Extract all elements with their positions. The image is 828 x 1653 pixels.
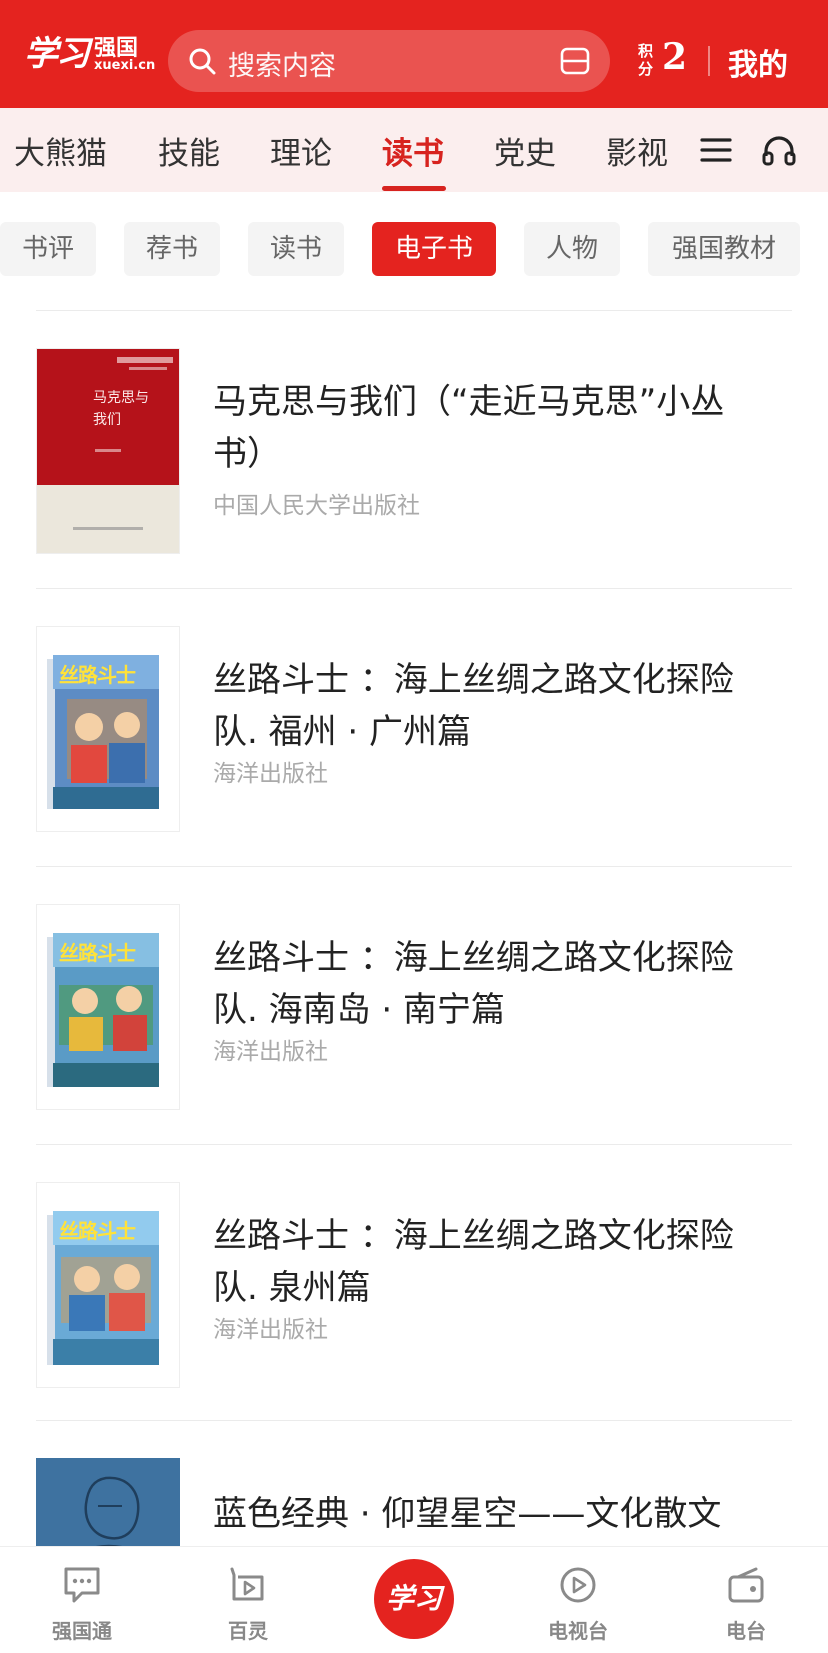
cover-title: 丝路斗士 — [59, 941, 136, 965]
book-title[interactable]: 丝路斗士 ：海上丝绸之路文化探险队. 泉州篇 — [213, 1210, 773, 1314]
video-icon — [230, 1567, 264, 1601]
tab-theory[interactable]: 理论 — [270, 128, 332, 173]
cover-title: 马克思与我们 — [93, 390, 149, 428]
radio-icon — [728, 1567, 764, 1603]
tab-party-history[interactable]: 党史 — [494, 128, 556, 173]
points-label: 积分 — [638, 42, 654, 78]
center-xuexi-button[interactable]: 学习 — [374, 1559, 454, 1639]
nav-tv[interactable]: 电视台 — [518, 1547, 638, 1653]
comic-cover-image — [47, 1211, 159, 1365]
chip-recommend[interactable]: 荐书 — [124, 222, 220, 276]
play-icon — [560, 1567, 596, 1603]
book-cover: 丝路斗士 — [36, 1182, 180, 1388]
book-title[interactable]: 马克思与我们（“走近马克思”小丛书） — [213, 376, 773, 480]
chip-textbook[interactable]: 强国教材 — [648, 222, 800, 276]
red-cover-image — [37, 349, 179, 553]
channel-tabs: 大熊猫 技能 理论 读书 党史 影视 — [0, 108, 828, 192]
book-cover: 丝路斗士 — [36, 626, 180, 832]
tab-reading[interactable]: 读书 — [382, 128, 444, 173]
book-item[interactable]: 丝路斗士 丝路斗士 ：海上丝绸之路文化探险队. 福州 · 广州篇 海洋出版社 — [0, 626, 828, 832]
menu-icon[interactable] — [700, 136, 732, 164]
chat-icon — [64, 1567, 100, 1603]
nav-qiangguotong[interactable]: 强国通 — [22, 1547, 142, 1653]
book-cover: 丝路斗士 — [36, 904, 180, 1110]
chip-people[interactable]: 人物 — [524, 222, 620, 276]
logo-script: 学习 — [24, 34, 90, 74]
headphone-icon[interactable] — [762, 134, 796, 166]
header-divider — [708, 46, 710, 76]
nav-radio[interactable]: 电台 — [686, 1547, 806, 1653]
nav-bailing[interactable]: 百灵 — [188, 1547, 308, 1653]
list-divider — [36, 866, 792, 867]
cover-title: 丝路斗士 — [59, 1219, 136, 1243]
nav-label: 电台 — [726, 1619, 766, 1643]
scan-icon[interactable] — [560, 47, 590, 75]
book-item[interactable]: 丝路斗士 丝路斗士 ：海上丝绸之路文化探险队. 海南岛 · 南宁篇 海洋出版社 — [0, 904, 828, 1110]
book-item[interactable]: 蓝色经典 · 仰望星空——文化散文 — [0, 1458, 828, 1546]
book-title[interactable]: 丝路斗士 ：海上丝绸之路文化探险队. 福州 · 广州篇 — [213, 654, 773, 758]
book-item[interactable]: 丝路斗士 丝路斗士 ：海上丝绸之路文化探险队. 泉州篇 海洋出版社 — [0, 1182, 828, 1388]
book-title[interactable]: 丝路斗士 ：海上丝绸之路文化探险队. 海南岛 · 南宁篇 — [213, 932, 773, 1036]
search-placeholder: 搜索内容 — [228, 51, 336, 82]
book-title[interactable]: 蓝色经典 · 仰望星空——文化散文 — [213, 1488, 773, 1540]
chip-book-review[interactable]: 书评 — [0, 222, 96, 276]
search-bar[interactable]: 搜索内容 — [168, 30, 610, 92]
list-divider — [36, 588, 792, 589]
chip-reading[interactable]: 读书 — [248, 222, 344, 276]
chip-ebook[interactable]: 电子书 — [372, 222, 496, 276]
book-publisher: 海洋出版社 — [213, 1039, 328, 1065]
book-publisher: 中国人民大学出版社 — [213, 493, 420, 519]
logo-domain: xuexi.cn — [94, 58, 156, 73]
points-value[interactable]: 2 — [662, 36, 687, 78]
top-header: 学习 强国 xuexi.cn 搜索内容 积分 2 我的 — [0, 0, 828, 108]
nav-label: 百灵 — [228, 1619, 268, 1643]
mine-button[interactable]: 我的 — [728, 40, 788, 84]
book-publisher: 海洋出版社 — [213, 761, 328, 787]
book-cover — [36, 1458, 180, 1546]
list-divider — [36, 310, 792, 311]
list-divider — [36, 1420, 792, 1421]
bottom-nav: 强国通 百灵 学习 电视台 电台 — [0, 1546, 828, 1652]
tab-active-indicator — [382, 186, 446, 191]
comic-cover-image — [47, 655, 159, 809]
nav-label: 电视台 — [548, 1619, 608, 1643]
xuexi-logo[interactable]: 学习 强国 xuexi.cn — [24, 26, 156, 82]
comic-cover-image — [47, 933, 159, 1087]
search-icon — [189, 48, 216, 75]
cover-title: 丝路斗士 — [59, 663, 136, 687]
sub-category-chips: 书评 荐书 读书 电子书 人物 强国教材 — [0, 218, 828, 278]
book-item[interactable]: 马克思与我们 马克思与我们（“走近马克思”小丛书） 中国人民大学出版社 — [0, 348, 828, 554]
book-publisher: 海洋出版社 — [213, 1317, 328, 1343]
nav-label: 强国通 — [52, 1619, 112, 1643]
tab-panda[interactable]: 大熊猫 — [14, 128, 107, 173]
book-cover: 马克思与我们 — [36, 348, 180, 554]
tab-film[interactable]: 影视 — [606, 128, 668, 173]
blue-cover-image — [36, 1458, 180, 1546]
tab-skills[interactable]: 技能 — [158, 128, 220, 173]
list-divider — [36, 1144, 792, 1145]
